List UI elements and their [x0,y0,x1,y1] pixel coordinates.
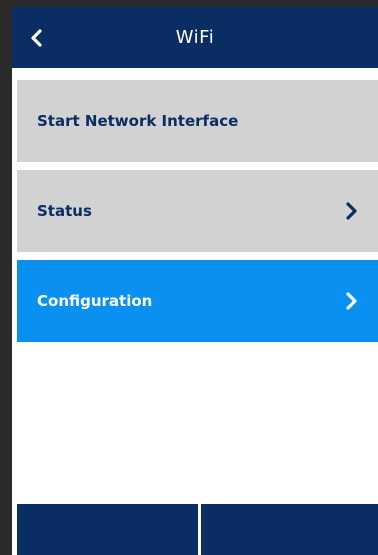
back-button[interactable] [12,7,60,68]
menu-item-label: Configuration [37,292,153,310]
chevron-right-icon [344,202,358,220]
footer-left-button[interactable] [17,504,198,555]
page-title: WiFi [175,27,215,48]
menu-item-configuration[interactable]: Configuration [17,260,378,342]
wifi-screen: WiFi Start Network Interface Status Conf… [12,7,378,555]
footer-right-button[interactable] [201,504,378,555]
menu-list: Start Network Interface Status Configura… [17,80,378,350]
chevron-left-icon [31,28,42,47]
chevron-right-icon [344,292,358,310]
menu-item-status[interactable]: Status [17,170,378,252]
menu-item-label: Status [37,202,92,220]
menu-item-start-network-interface[interactable]: Start Network Interface [17,80,378,162]
header-bar: WiFi [12,7,378,68]
menu-item-label: Start Network Interface [37,112,239,130]
